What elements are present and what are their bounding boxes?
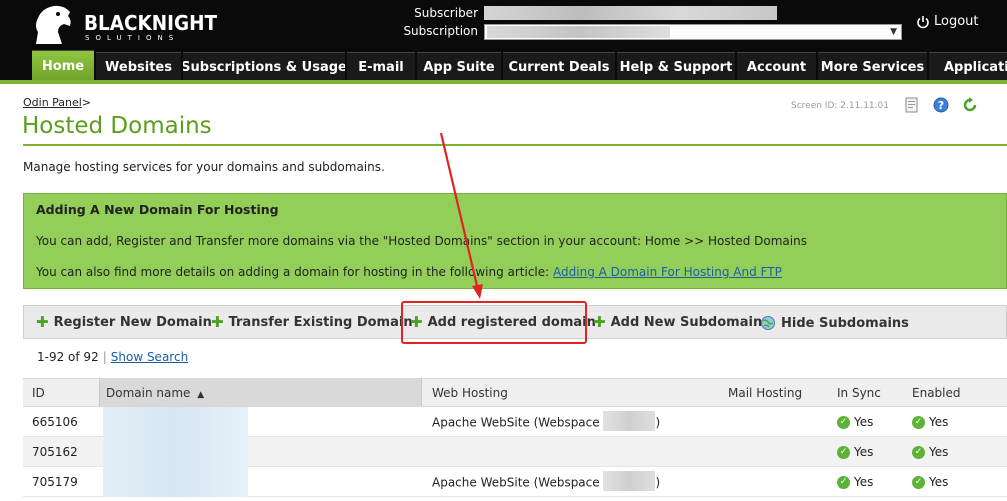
tab-subscriptions-usage[interactable]: Subscriptions & Usage xyxy=(183,52,345,82)
top-header: BLACKNIGHT SOLUTIONS Subscriber Subscrip… xyxy=(0,0,1007,84)
domain-name-redacted[interactable] xyxy=(103,437,248,467)
notice-line-2-text: You can also find more details on adding… xyxy=(36,265,550,279)
domain-name-redacted[interactable] xyxy=(103,407,248,437)
subscription-select[interactable]: ▼ xyxy=(484,24,902,40)
tab-help-support[interactable]: Help & Support xyxy=(617,52,735,82)
webspace-redacted xyxy=(603,471,656,491)
webspace-redacted xyxy=(603,411,656,431)
tab-applications[interactable]: Applications xyxy=(929,52,1007,82)
notice-article-link[interactable]: Adding A Domain For Hosting And FTP xyxy=(553,265,782,279)
help-icon[interactable]: ? xyxy=(933,97,949,113)
notice-line-2: You can also find more details on adding… xyxy=(36,265,782,279)
show-search-link[interactable]: Show Search xyxy=(111,350,188,364)
tab-more-services[interactable]: More Services xyxy=(818,52,927,82)
add-new-subdomain-label: Add New Subdomain xyxy=(610,315,763,330)
register-new-domain-label: Register New Domain xyxy=(53,315,212,330)
check-icon: ✓ xyxy=(912,416,925,429)
tab-account[interactable]: Account xyxy=(737,52,816,82)
plus-icon: ✚ xyxy=(593,313,606,331)
tab-websites[interactable]: Websites xyxy=(96,52,181,82)
main-nav: Home Websites Subscriptions & Usage E-ma… xyxy=(0,50,1007,82)
transfer-existing-domain-button[interactable]: ✚ Transfer Existing Domain xyxy=(211,313,413,331)
subscriber-label: Subscriber xyxy=(414,6,478,20)
brand-name: BLACKNIGHT xyxy=(84,11,218,35)
screen-id-value: 2.11.11.01 xyxy=(840,101,889,111)
register-new-domain-button[interactable]: ✚ Register New Domain xyxy=(36,313,212,331)
table-row[interactable]: 705162 ✓ Yes ✓ Yes xyxy=(23,437,1007,467)
enabled-value: ✓ Yes xyxy=(912,475,948,489)
enabled-value: ✓ Yes xyxy=(912,445,948,459)
col-domain-name[interactable]: Domain name ▲ xyxy=(99,379,422,406)
logout-button[interactable]: Logout xyxy=(916,14,979,29)
col-domain-name-label: Domain name xyxy=(106,386,191,400)
tab-app-suite[interactable]: App Suite xyxy=(417,52,501,82)
web-hosting-value: Apache WebSite (Webspace ) xyxy=(432,471,660,491)
knight-logo-icon xyxy=(36,5,71,44)
nav-divider xyxy=(0,80,1007,84)
breadcrumb-odin-panel[interactable]: Odin Panel xyxy=(23,96,82,109)
table-header: ID Domain name ▲ Web Hosting Mail Hostin… xyxy=(23,378,1007,407)
pager-separator: | xyxy=(102,350,107,364)
row-id: 705179 xyxy=(32,475,78,489)
col-enabled[interactable]: Enabled xyxy=(912,386,961,400)
screen-id: Screen ID: 2.11.11.01 xyxy=(791,101,889,111)
subscription-value-redacted xyxy=(487,26,670,38)
title-divider xyxy=(23,144,1007,146)
notice-line-1: You can add, Register and Transfer more … xyxy=(36,234,807,248)
in-sync-value: ✓ Yes xyxy=(837,475,873,489)
logout-label: Logout xyxy=(934,14,979,29)
tab-current-deals[interactable]: Current Deals xyxy=(503,52,615,82)
brand-logo[interactable]: BLACKNIGHT SOLUTIONS xyxy=(28,2,217,46)
brand-tagline: SOLUTIONS xyxy=(85,34,180,42)
subscription-label: Subscription xyxy=(403,24,478,38)
annotation-highlight-box xyxy=(401,301,587,344)
col-in-sync[interactable]: In Sync xyxy=(837,386,881,400)
refresh-icon[interactable] xyxy=(962,97,978,113)
info-notice: Adding A New Domain For Hosting You can … xyxy=(23,193,1007,289)
notice-heading: Adding A New Domain For Hosting xyxy=(36,202,279,217)
row-id: 705162 xyxy=(32,445,78,459)
hide-subdomains-label: Hide Subdomains xyxy=(781,315,909,331)
table-row[interactable]: 705179 Apache WebSite (Webspace ) ✓ Yes ✓… xyxy=(23,467,1007,497)
add-new-subdomain-button[interactable]: ✚ Add New Subdomain xyxy=(593,313,763,331)
check-icon: ✓ xyxy=(837,476,850,489)
tab-email[interactable]: E-mail xyxy=(347,52,415,82)
globe-icon xyxy=(761,316,775,330)
plus-icon: ✚ xyxy=(211,313,224,331)
chevron-down-icon: ▼ xyxy=(890,27,897,37)
result-range: 1-92 of 92 xyxy=(37,350,99,364)
hide-subdomains-button[interactable]: Hide Subdomains xyxy=(760,315,909,331)
col-mail-hosting[interactable]: Mail Hosting xyxy=(728,386,802,400)
power-icon xyxy=(917,15,929,28)
col-web-hosting[interactable]: Web Hosting xyxy=(432,386,508,400)
check-icon: ✓ xyxy=(837,446,850,459)
breadcrumb-separator: > xyxy=(81,96,92,109)
check-icon: ✓ xyxy=(837,416,850,429)
print-icon[interactable] xyxy=(904,97,920,113)
plus-icon: ✚ xyxy=(36,313,49,331)
subscriber-value-redacted xyxy=(484,6,777,20)
transfer-existing-domain-label: Transfer Existing Domain xyxy=(228,315,413,330)
domain-name-redacted[interactable] xyxy=(103,467,248,497)
row-id: 665106 xyxy=(32,415,78,429)
check-icon: ✓ xyxy=(912,446,925,459)
in-sync-value: ✓ Yes xyxy=(837,415,873,429)
table-row[interactable]: 665106 Apache WebSite (Webspace ) ✓ Yes ✓… xyxy=(23,407,1007,437)
in-sync-value: ✓ Yes xyxy=(837,445,873,459)
page-description: Manage hosting services for your domains… xyxy=(23,160,385,174)
col-id[interactable]: ID xyxy=(32,386,45,400)
tab-home[interactable]: Home xyxy=(32,50,94,82)
screen-id-label: Screen ID: xyxy=(791,101,838,111)
list-pager: 1-92 of 92 | Show Search xyxy=(37,350,188,364)
sort-asc-icon: ▲ xyxy=(197,390,205,400)
check-icon: ✓ xyxy=(912,476,925,489)
breadcrumb: Odin Panel> xyxy=(23,96,91,109)
page-title: Hosted Domains xyxy=(22,113,212,139)
web-hosting-value: Apache WebSite (Webspace ) xyxy=(432,411,660,431)
svg-text:?: ? xyxy=(938,99,944,112)
enabled-value: ✓ Yes xyxy=(912,415,948,429)
